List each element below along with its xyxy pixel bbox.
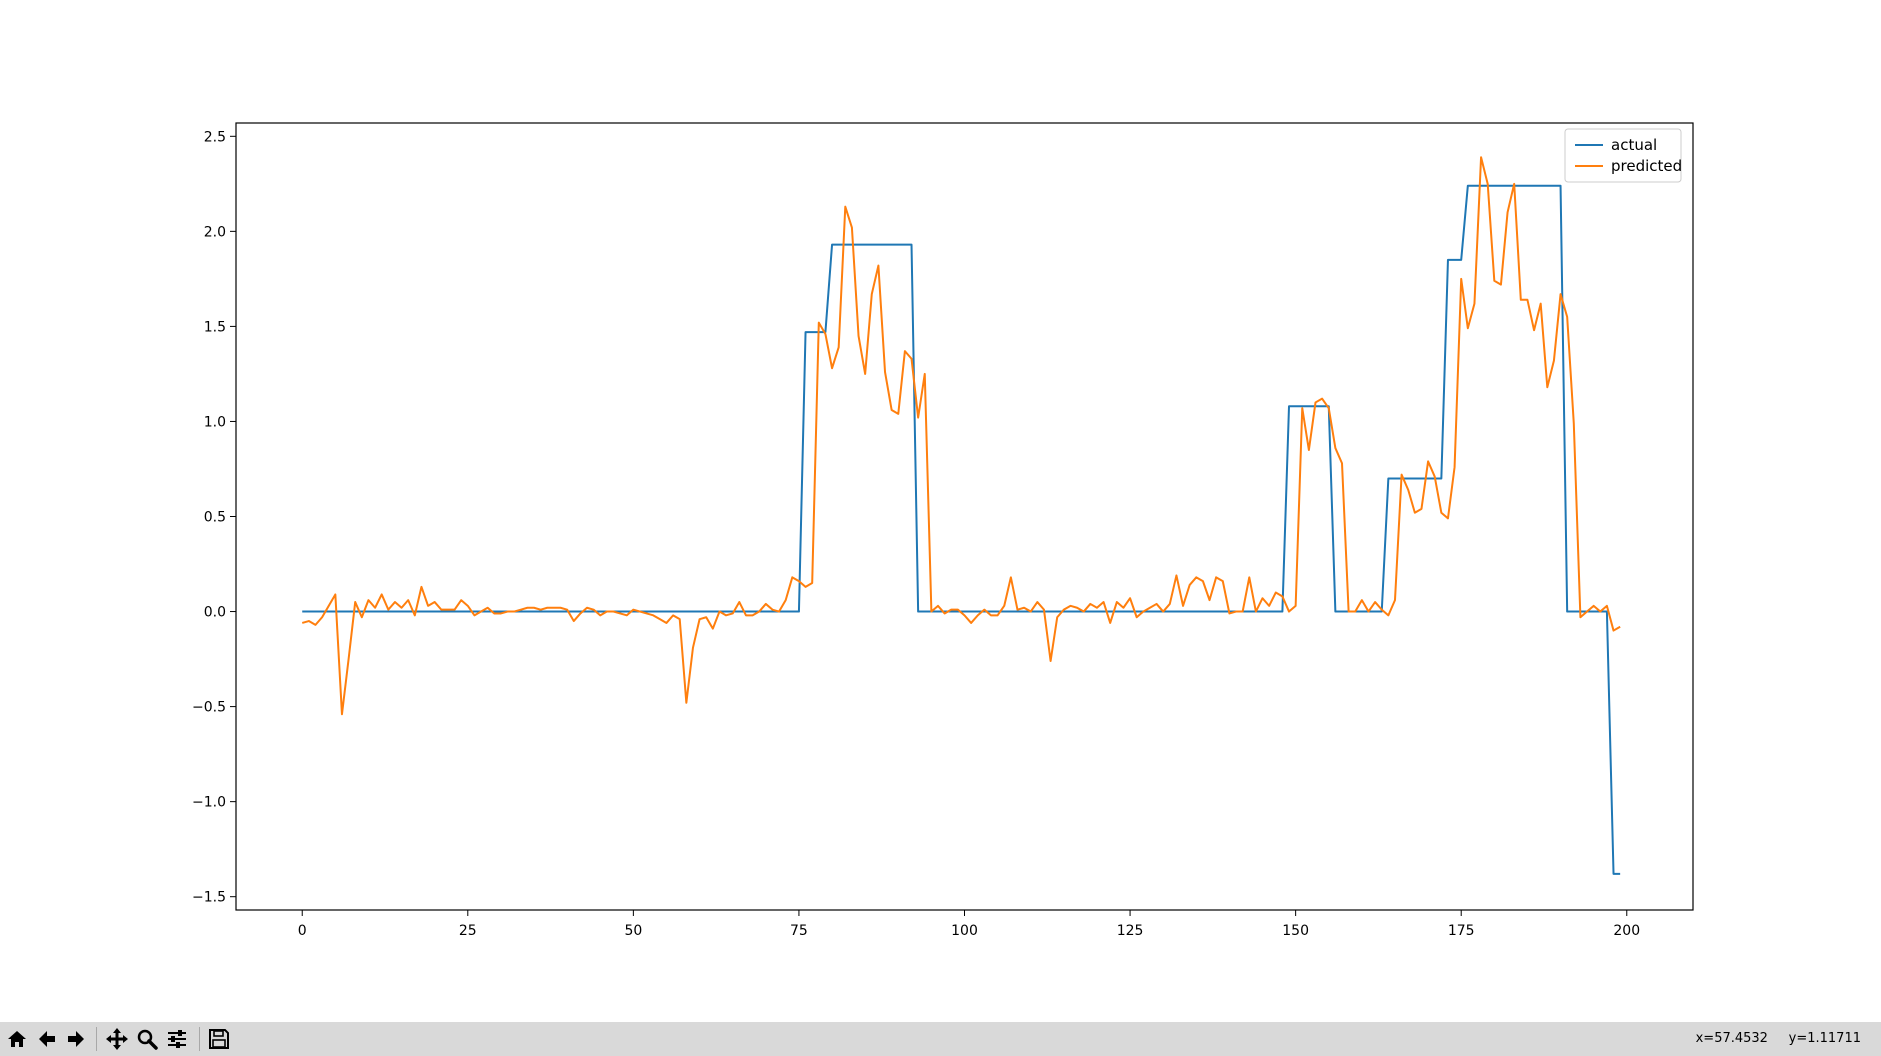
x-tick-label: 0 [298, 923, 307, 939]
configure-subplots-button[interactable] [163, 1025, 191, 1053]
y-tick-label: 2.5 [204, 129, 226, 145]
pan-button[interactable] [103, 1025, 131, 1053]
move-icon [105, 1027, 129, 1051]
x-tick-label: 25 [459, 923, 477, 939]
axes-frame [235, 122, 1694, 911]
x-tick-label: 50 [624, 923, 642, 939]
figure-canvas[interactable]: 0 25 50 75 100 125 150 175 200 −1.5 −1.0 −0.5 0.0 0.5… [0, 0, 1881, 1022]
magnifier-icon [136, 1028, 158, 1050]
sliders-icon [166, 1028, 188, 1050]
y-tick-label: 0.5 [204, 510, 226, 526]
y-tick-label: −1.5 [192, 890, 226, 906]
back-button[interactable] [33, 1025, 61, 1053]
series-line-actual [302, 184, 1621, 875]
save-button[interactable] [205, 1025, 233, 1053]
floppy-disk-icon [208, 1028, 230, 1050]
y-tick-label: 0.0 [204, 605, 226, 621]
home-icon [6, 1028, 28, 1050]
line-chart: 0 25 50 75 100 125 150 175 200 −1.5 −1.0 −0.5 0.0 0.5… [192, 122, 1694, 939]
x-tick-label: 75 [790, 923, 808, 939]
x-tick-label: 125 [1117, 923, 1144, 939]
x-tick-label: 100 [951, 923, 978, 939]
y-tick-label: 2.0 [204, 224, 226, 240]
arrow-left-icon [36, 1028, 58, 1050]
x-tick-label: 150 [1282, 923, 1309, 939]
toolbar-separator [96, 1027, 97, 1051]
cursor-x-readout: x=57.4532 [1695, 1031, 1768, 1046]
x-tick-label: 175 [1448, 923, 1475, 939]
toolbar-separator [199, 1027, 200, 1051]
cursor-y-readout: y=1.11711 [1788, 1031, 1861, 1046]
series-line-predicted [301, 156, 1621, 716]
y-tick-label: 1.0 [204, 414, 226, 430]
cursor-coordinates: x=57.4532 y=1.11711 [1696, 1031, 1861, 1046]
y-tick-label: −0.5 [192, 700, 226, 716]
home-button[interactable] [3, 1025, 31, 1053]
legend-label-actual: actual [1611, 136, 1657, 154]
forward-button[interactable] [62, 1025, 90, 1053]
x-tick-label: 200 [1613, 923, 1640, 939]
arrow-right-icon [65, 1028, 87, 1050]
y-tick-label: −1.0 [192, 795, 226, 811]
navigation-toolbar: x=57.4532 y=1.11711 [0, 1022, 1881, 1056]
zoom-button[interactable] [133, 1025, 161, 1053]
legend-label-predicted: predicted [1611, 157, 1682, 175]
y-tick-label: 1.5 [204, 319, 226, 335]
